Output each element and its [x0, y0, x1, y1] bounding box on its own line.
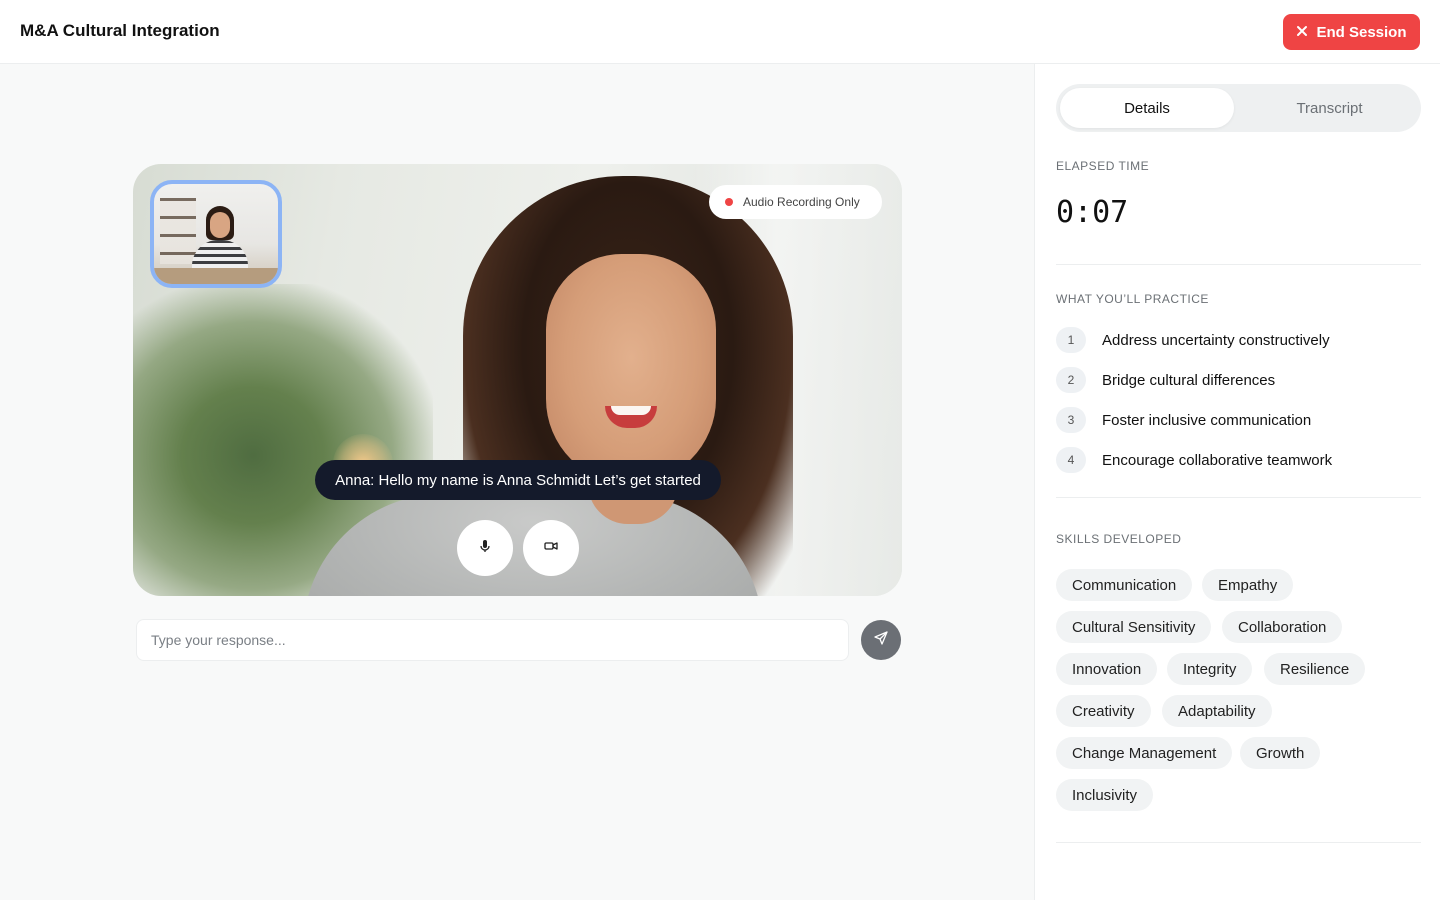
self-view-thumbnail[interactable] — [150, 180, 282, 288]
self-view-face — [210, 212, 230, 238]
skills-label: SKILLS DEVELOPED — [1056, 532, 1182, 546]
live-caption: Anna: Hello my name is Anna Schmidt Let’… — [315, 460, 721, 500]
recording-status-label: Audio Recording Only — [743, 195, 860, 209]
skill-chip: Communication — [1056, 569, 1193, 601]
video-feed: Audio Recording Only Anna: Hello my name… — [133, 164, 902, 596]
practice-label: WHAT YOU’LL PRACTICE — [1056, 292, 1209, 306]
skill-chip: Empathy — [1202, 569, 1294, 601]
elapsed-time-value: 0:07 — [1056, 195, 1129, 230]
practice-item: 2 Bridge cultural differences — [1056, 367, 1275, 393]
microphone-button[interactable] — [457, 520, 513, 576]
video-camera-icon — [544, 539, 558, 558]
self-view-shelf — [160, 198, 196, 264]
practice-number-badge: 3 — [1056, 407, 1086, 433]
practice-number-badge: 2 — [1056, 367, 1086, 393]
send-icon — [874, 630, 888, 650]
elapsed-time-label: ELAPSED TIME — [1056, 159, 1150, 173]
divider — [1056, 497, 1421, 498]
self-view-desk — [154, 268, 278, 284]
skill-chip: Integrity — [1167, 653, 1253, 685]
recording-status-badge: Audio Recording Only — [709, 185, 882, 219]
practice-item: 4 Encourage collaborative teamwork — [1056, 447, 1332, 473]
skill-chip: Cultural Sensitivity — [1056, 611, 1212, 643]
close-icon — [1296, 24, 1308, 41]
skill-chip: Creativity — [1056, 695, 1151, 727]
practice-number-badge: 4 — [1056, 447, 1086, 473]
skill-chip: Resilience — [1264, 653, 1366, 685]
practice-item-text: Address uncertainty constructively — [1102, 331, 1330, 349]
end-session-label: End Session — [1316, 23, 1407, 41]
skill-chip: Innovation — [1056, 653, 1158, 685]
send-button[interactable] — [861, 620, 901, 660]
skill-chip: Collaboration — [1222, 611, 1343, 643]
practice-item: 3 Foster inclusive communication — [1056, 407, 1311, 433]
practice-item-text: Encourage collaborative teamwork — [1102, 451, 1333, 469]
end-session-button[interactable]: End Session — [1283, 14, 1420, 50]
skill-chip: Inclusivity — [1056, 779, 1154, 811]
microphone-icon — [478, 539, 492, 558]
page-title: M&A Cultural Integration — [20, 21, 220, 40]
avatar-face — [546, 254, 716, 484]
skill-chip: Adaptability — [1162, 695, 1272, 727]
practice-item-text: Bridge cultural differences — [1102, 371, 1276, 389]
response-input[interactable] — [136, 619, 849, 661]
tab-transcript[interactable]: Transcript — [1242, 88, 1417, 128]
details-sidebar: Details Transcript ELAPSED TIME 0:07 WHA… — [1034, 64, 1440, 900]
skill-chip: Change Management — [1056, 737, 1233, 769]
practice-number-badge: 1 — [1056, 327, 1086, 353]
divider — [1056, 264, 1421, 265]
practice-item-text: Foster inclusive communication — [1102, 411, 1312, 429]
top-bar: M&A Cultural Integration End Session — [0, 0, 1440, 64]
skill-chip: Growth — [1240, 737, 1321, 769]
recording-dot-icon — [725, 198, 733, 206]
tab-details[interactable]: Details — [1060, 88, 1234, 128]
camera-button[interactable] — [523, 520, 579, 576]
practice-item: 1 Address uncertainty constructively — [1056, 327, 1330, 353]
sidebar-tabs: Details Transcript — [1056, 84, 1421, 132]
divider — [1056, 842, 1421, 843]
